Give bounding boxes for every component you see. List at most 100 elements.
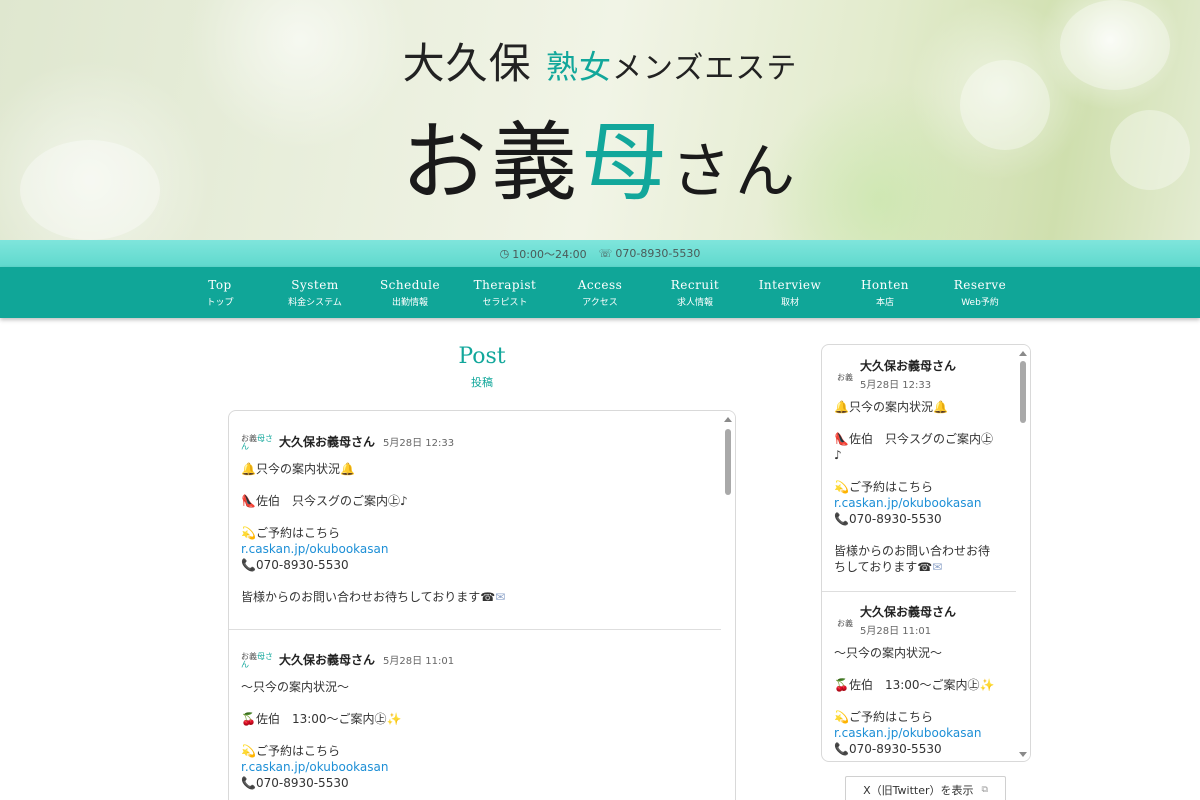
tweet-author[interactable]: 大久保お義母さん — [279, 433, 375, 450]
nav-label-en: Therapist — [473, 277, 537, 292]
nav-label-en: Top — [208, 277, 232, 292]
nav-item-system[interactable]: System 料金システム — [268, 267, 363, 318]
nav-label-jp: 出勤情報 — [391, 297, 428, 308]
phone-item[interactable]: ☏ 070-8930-5530 — [599, 247, 701, 260]
avatar-text: お義 — [837, 619, 853, 628]
avatar[interactable]: お義母さん — [241, 431, 273, 451]
scroll-up-arrow-icon[interactable] — [724, 417, 732, 422]
tweet-phone[interactable]: 070-8930-5530 — [849, 742, 942, 756]
bell-icon: 🔔 — [241, 462, 256, 476]
cherry-icon: 🍒 — [834, 678, 849, 692]
tweet-card[interactable]: お義 大久保お義母さん 5月28日 11:01 ～只今の案内状況～ 🍒佐伯 13… — [822, 601, 1018, 757]
scroll-thumb[interactable] — [1020, 361, 1026, 423]
tweet-text: 佐伯 只今スグのご案内 — [848, 432, 981, 446]
reserve-link[interactable]: r.caskan.jp/okubookasan — [241, 542, 389, 556]
section-title: Post — [458, 344, 506, 369]
nav-item-top[interactable]: Top トップ — [173, 267, 268, 318]
main-timeline[interactable]: お義母さん 大久保お義母さん 5月28日 12:33 🔔只今の案内状況🔔 👠佐伯… — [228, 410, 736, 800]
tweet-header: お義 大久保お義母さん 5月28日 11:01 — [834, 601, 1006, 637]
tweet-date[interactable]: 5月28日 12:33 — [860, 376, 956, 391]
tweet-text: ちしております — [834, 560, 918, 574]
tweet-body: 🔔只今の案内状況🔔 👠佐伯 只今スグのご案内㊤♪ 💫ご予約はこちら r.cask… — [241, 462, 506, 604]
sparkles-icon: ✨ — [979, 678, 995, 692]
tweet-header: お義母さん 大久保お義母さん 5月28日 11:01 — [241, 649, 711, 669]
tweet-text: ～只今の案内状況～ — [241, 680, 350, 694]
high-heel-icon: 👠 — [241, 494, 256, 508]
nav-label-jp: Web予約 — [961, 297, 999, 308]
circled-u-icon: ㊤ — [374, 712, 387, 726]
nav-label-jp: 料金システム — [288, 297, 342, 308]
scrollbar[interactable] — [721, 411, 735, 800]
nav-item-reserve[interactable]: Reserve Web予約 — [933, 267, 1028, 318]
nav-item-honten[interactable]: Honten 本店 — [838, 267, 933, 318]
nav-item-access[interactable]: Access アクセス — [553, 267, 648, 318]
nav-item-schedule[interactable]: Schedule 出勤情報 — [363, 267, 458, 318]
tweet-text: 皆様からのお問い合わせお待 — [834, 544, 991, 558]
nav-item-interview[interactable]: Interview 取材 — [743, 267, 838, 318]
tweet-card[interactable]: お義母さん 大久保お義母さん 5月28日 11:01 ～只今の案内状況～ 🍒佐伯… — [229, 649, 723, 791]
side-timeline[interactable]: お義 大久保お義母さん 5月28日 12:33 🔔只今の案内状況🔔 👠佐伯 只今… — [821, 344, 1031, 762]
clock-icon: ◷ — [499, 247, 510, 260]
sparkles-icon: ✨ — [386, 712, 402, 726]
view-on-x-label: X（旧Twitter）を表示 — [863, 784, 974, 797]
phone-icon: 📞 — [834, 742, 849, 756]
phone-text: 070-8930-5530 — [615, 247, 701, 260]
tweet-text: ご予約はこちら — [848, 710, 933, 724]
tweet-date[interactable]: 5月28日 11:01 — [383, 652, 454, 667]
tweet-body: ～只今の案内状況～ 🍒佐伯 13:00～ご案内㊤✨ 💫ご予約はこちら r.cas… — [834, 645, 1006, 757]
bell-icon: 🔔 — [932, 400, 948, 414]
avatar[interactable]: お義 — [834, 364, 856, 382]
tweet-card[interactable]: お義母さん 大久保お義母さん 5月28日 12:33 🔔只今の案内状況🔔 👠佐伯… — [229, 431, 723, 605]
reserve-link[interactable]: r.caskan.jp/okubookasan — [241, 760, 389, 774]
nav-item-recruit[interactable]: Recruit 求人情報 — [648, 267, 743, 318]
tweet-author[interactable]: 大久保お義母さん — [279, 651, 375, 668]
reserve-link[interactable]: r.caskan.jp/okubookasan — [834, 726, 982, 740]
tweet-divider — [822, 591, 1018, 592]
tweet-body: 🔔只今の案内状況🔔 👠佐伯 只今スグのご案内㊤ ♪ 💫ご予約はこちら r.cas… — [834, 399, 1006, 575]
dizzy-icon: 💫 — [241, 744, 256, 758]
logo-main-2: 母 — [581, 113, 671, 213]
tweet-date[interactable]: 5月28日 12:33 — [383, 434, 454, 449]
logo-main-1: お義 — [401, 113, 581, 213]
envelope-icon: ✉ — [495, 590, 506, 604]
avatar[interactable]: お義母さん — [241, 649, 273, 669]
tweet-date[interactable]: 5月28日 11:01 — [860, 622, 956, 637]
tweet-phone[interactable]: 070-8930-5530 — [849, 512, 942, 526]
scroll-down-arrow-icon[interactable] — [1019, 752, 1027, 757]
dizzy-icon: 💫 — [834, 480, 849, 494]
nav-label-jp: 求人情報 — [676, 297, 713, 308]
tweet-text: ご予約はこちら — [255, 526, 340, 540]
header-banner: 大久保 熟女メンズエステ お義母さん — [0, 0, 1200, 240]
tweet-text: 佐伯 只今スグのご案内 — [255, 494, 388, 508]
nav-label-en: Schedule — [379, 277, 441, 292]
reserve-link[interactable]: r.caskan.jp/okubookasan — [834, 496, 982, 510]
section-subtitle: 投稿 — [471, 376, 493, 389]
tweet-author[interactable]: 大久保お義母さん — [860, 359, 956, 373]
tweet-author[interactable]: 大久保お義母さん — [860, 605, 956, 619]
logo-accent: 熟女 — [545, 48, 612, 86]
logo-suffix: メンズエステ — [611, 51, 798, 86]
cherry-icon: 🍒 — [241, 712, 256, 726]
tweet-text: ～只今の案内状況～ — [834, 646, 943, 660]
scrollbar[interactable] — [1016, 345, 1030, 761]
logo-main[interactable]: お義母さん — [0, 92, 1200, 217]
tweet-header: お義 大久保お義母さん 5月28日 12:33 — [834, 355, 1006, 391]
nav-label-en: Recruit — [670, 277, 720, 292]
phone-icon: ☏ — [598, 247, 613, 260]
telephone-icon: ☎ — [917, 560, 933, 574]
scroll-up-arrow-icon[interactable] — [1019, 351, 1027, 356]
tweet-text: 只今の案内状況 — [848, 400, 933, 414]
bell-icon: 🔔 — [834, 400, 849, 414]
nav-label-en: Access — [577, 277, 623, 292]
scroll-thumb[interactable] — [725, 429, 731, 495]
avatar[interactable]: お義 — [834, 610, 856, 628]
tweet-body: ～只今の案内状況～ 🍒佐伯 13:00～ご案内㊤✨ 💫ご予約はこちら r.cas… — [241, 679, 711, 791]
view-on-x-button[interactable]: X（旧Twitter）を表示 ⧉ — [845, 776, 1006, 800]
tweet-phone[interactable]: 070-8930-5530 — [256, 558, 349, 572]
nav-label-en: Interview — [758, 277, 822, 292]
tweet-card[interactable]: お義 大久保お義母さん 5月28日 12:33 🔔只今の案内状況🔔 👠佐伯 只今… — [822, 355, 1018, 575]
tweet-header: お義母さん 大久保お義母さん 5月28日 12:33 — [241, 431, 711, 451]
tweet-text: ご予約はこちら — [848, 480, 933, 494]
tweet-phone[interactable]: 070-8930-5530 — [256, 776, 349, 790]
nav-item-therapist[interactable]: Therapist セラピスト — [458, 267, 553, 318]
